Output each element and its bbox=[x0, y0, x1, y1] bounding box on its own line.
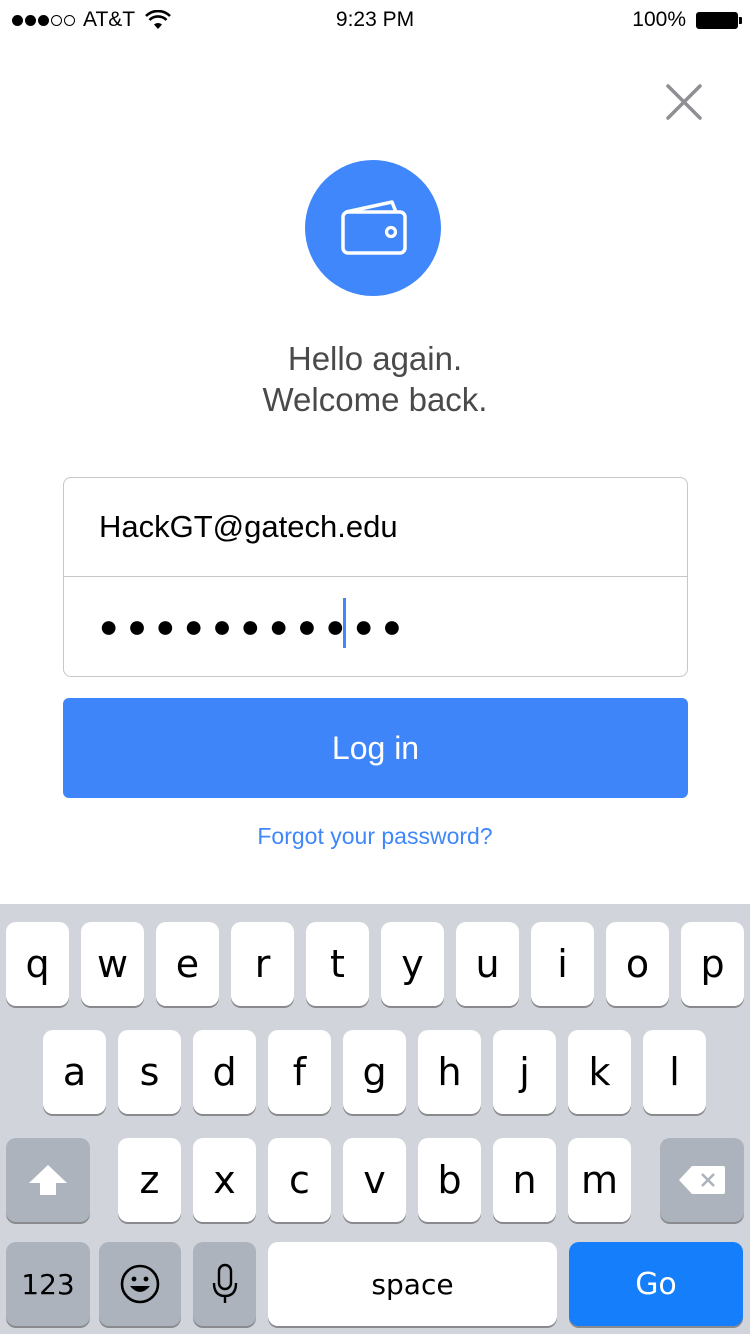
password-field[interactable]: ●●●●●●●●●●● bbox=[64, 577, 687, 676]
key-i[interactable]: i bbox=[531, 922, 594, 1006]
backspace-icon bbox=[679, 1166, 725, 1194]
emoji-key[interactable] bbox=[99, 1242, 181, 1326]
dictation-key[interactable] bbox=[193, 1242, 256, 1326]
space-key[interactable]: space bbox=[268, 1242, 557, 1326]
key-j[interactable]: j bbox=[493, 1030, 556, 1114]
wallet-icon bbox=[341, 200, 407, 255]
key-y[interactable]: y bbox=[381, 922, 444, 1006]
go-key[interactable]: Go bbox=[569, 1242, 743, 1326]
close-icon bbox=[666, 84, 702, 120]
key-l[interactable]: l bbox=[643, 1030, 706, 1114]
key-k[interactable]: k bbox=[568, 1030, 631, 1114]
key-q[interactable]: q bbox=[6, 922, 69, 1006]
key-r[interactable]: r bbox=[231, 922, 294, 1006]
backspace-key[interactable] bbox=[660, 1138, 744, 1222]
key-v[interactable]: v bbox=[343, 1138, 406, 1222]
key-u[interactable]: u bbox=[456, 922, 519, 1006]
shift-icon bbox=[29, 1165, 67, 1195]
login-form: HackGT@gatech.edu ●●●●●●●●●●● bbox=[63, 477, 688, 677]
close-button[interactable] bbox=[660, 78, 708, 126]
app-logo bbox=[305, 160, 441, 296]
key-a[interactable]: a bbox=[43, 1030, 106, 1114]
key-o[interactable]: o bbox=[606, 922, 669, 1006]
email-field[interactable]: HackGT@gatech.edu bbox=[64, 478, 687, 577]
key-s[interactable]: s bbox=[118, 1030, 181, 1114]
key-d[interactable]: d bbox=[193, 1030, 256, 1114]
status-bar: AT&T 9:23 PM 100% bbox=[0, 0, 750, 40]
microphone-icon bbox=[212, 1263, 237, 1303]
key-w[interactable]: w bbox=[81, 922, 144, 1006]
key-m[interactable]: m bbox=[568, 1138, 631, 1222]
login-button[interactable]: Log in bbox=[63, 698, 688, 798]
text-cursor bbox=[343, 598, 346, 648]
key-g[interactable]: g bbox=[343, 1030, 406, 1114]
key-p[interactable]: p bbox=[681, 922, 744, 1006]
greeting-line-1: Hello again. bbox=[287, 340, 463, 377]
key-x[interactable]: x bbox=[193, 1138, 256, 1222]
forgot-password-link[interactable]: Forgot your password? bbox=[0, 823, 750, 850]
greeting-line-2: Welcome back. bbox=[262, 381, 488, 418]
key-e[interactable]: e bbox=[156, 922, 219, 1006]
key-b[interactable]: b bbox=[418, 1138, 481, 1222]
key-z[interactable]: z bbox=[118, 1138, 181, 1222]
numbers-key[interactable]: 123 bbox=[6, 1242, 90, 1326]
battery-icon bbox=[696, 11, 742, 29]
status-right: 100% bbox=[632, 8, 742, 32]
key-c[interactable]: c bbox=[268, 1138, 331, 1222]
key-n[interactable]: n bbox=[493, 1138, 556, 1222]
keyboard: q w e r t y u i o p a s d f g h j k l z … bbox=[0, 904, 750, 1334]
key-t[interactable]: t bbox=[306, 922, 369, 1006]
key-f[interactable]: f bbox=[268, 1030, 331, 1114]
battery-percentage: 100% bbox=[632, 8, 686, 31]
emoji-icon bbox=[120, 1264, 160, 1304]
shift-key[interactable] bbox=[6, 1138, 90, 1222]
welcome-message: Hello again. Welcome back. bbox=[0, 338, 750, 420]
key-h[interactable]: h bbox=[418, 1030, 481, 1114]
